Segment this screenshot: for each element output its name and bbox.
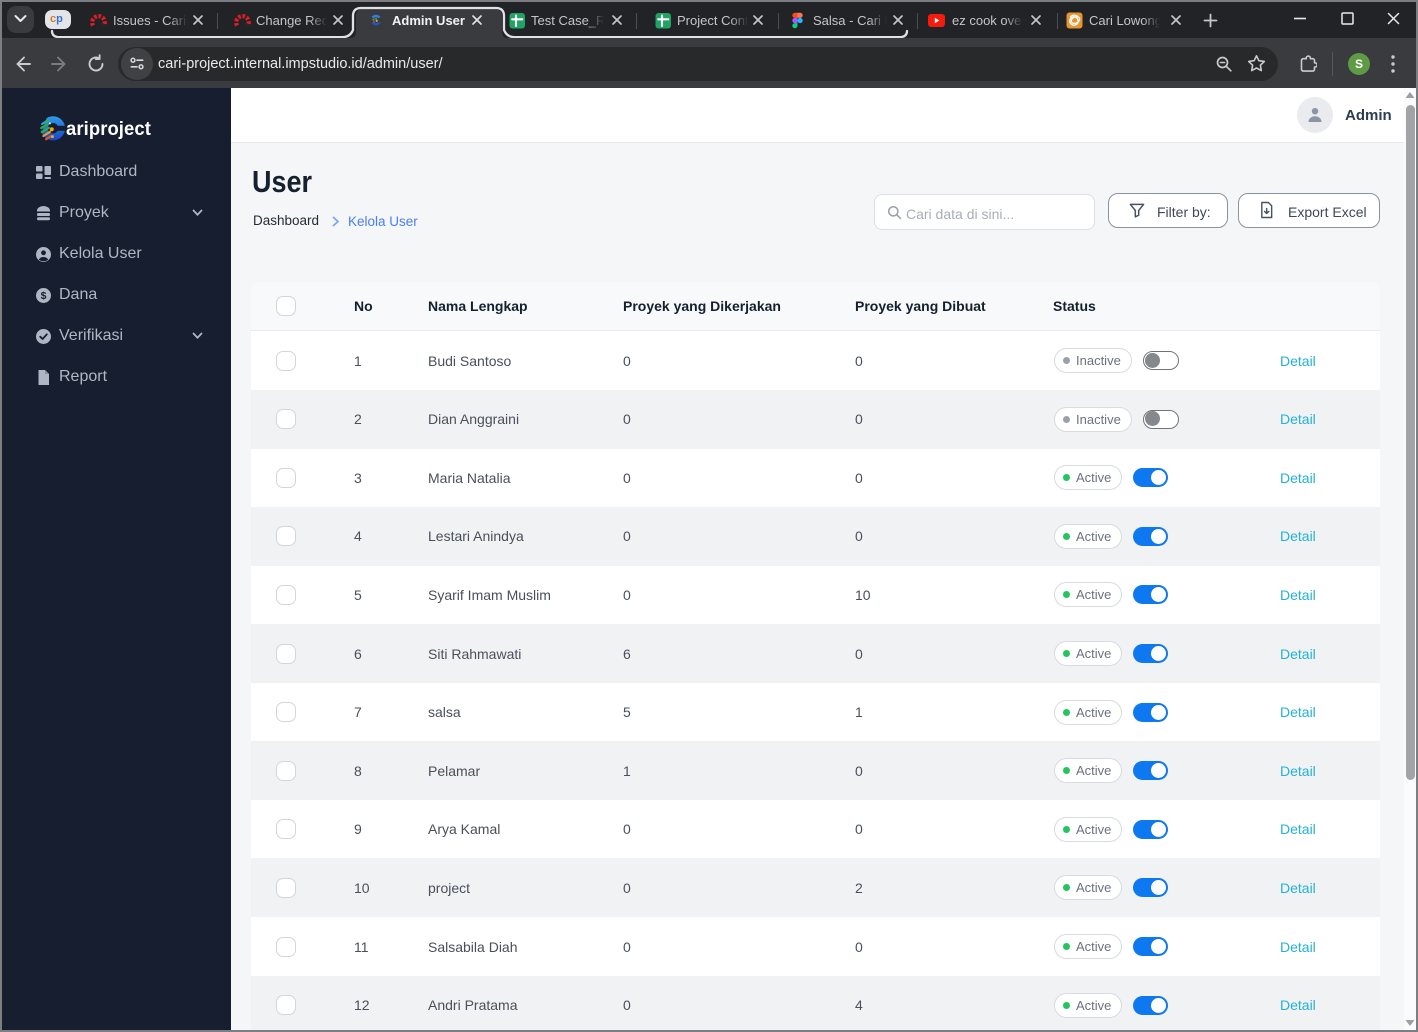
- svg-text:$: $: [41, 290, 47, 302]
